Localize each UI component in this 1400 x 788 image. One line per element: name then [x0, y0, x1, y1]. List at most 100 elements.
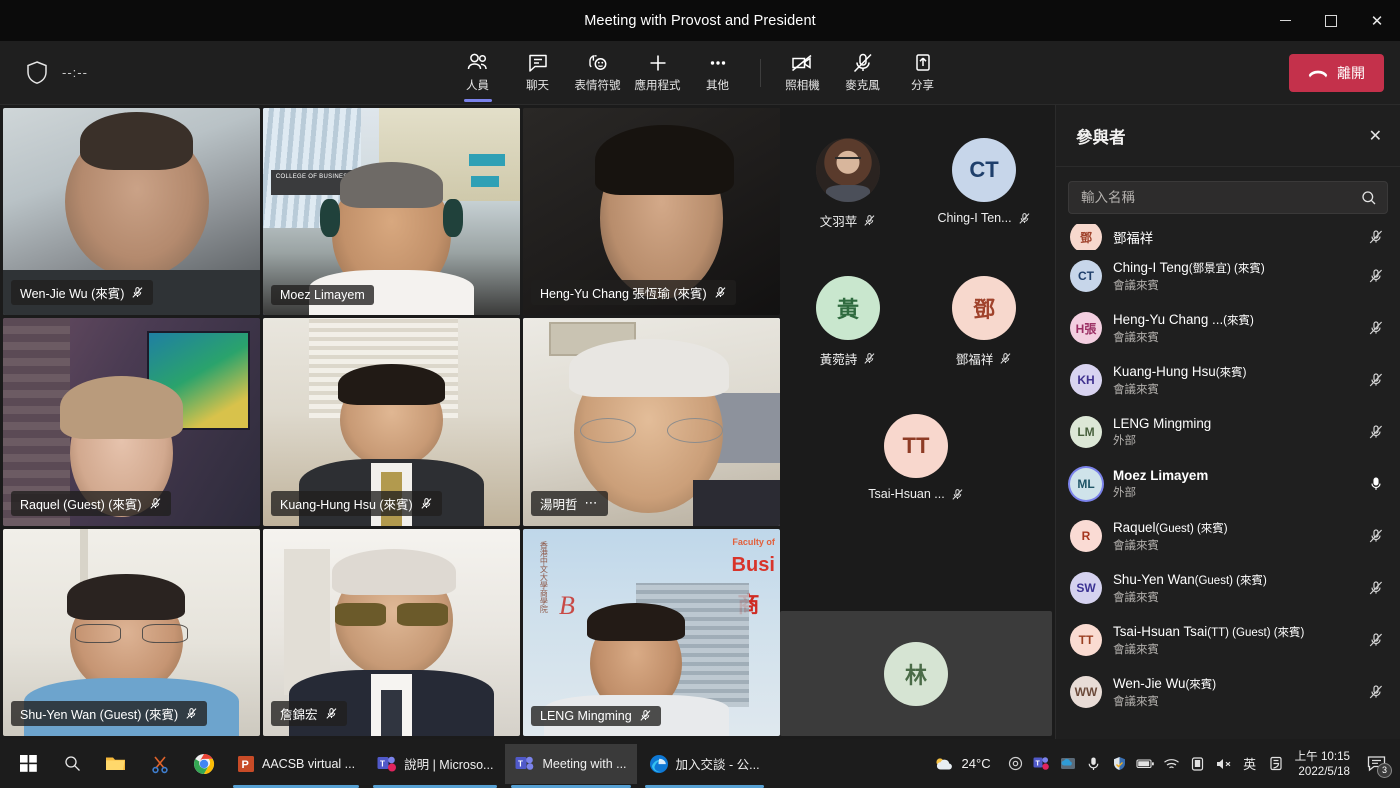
- taskbar-search-button[interactable]: [50, 744, 94, 784]
- participant-suffix: (來賓): [1215, 366, 1247, 379]
- video-tile[interactable]: Shu-Yen Wan (Guest) (來賓): [3, 528, 260, 736]
- taskbar-app-powerpoint[interactable]: P AACSB virtual ...: [227, 744, 365, 788]
- mic-off-icon: [715, 287, 726, 299]
- audio-participant[interactable]: TT Tsai-Hsuan ...: [868, 414, 963, 534]
- tile-more-icon[interactable]: ⋯: [585, 496, 600, 509]
- tile-name-bar: Wen-Jie Wu (來賓): [11, 280, 154, 306]
- participants-search-wrap: [1056, 167, 1400, 224]
- teams-icon: T: [377, 756, 397, 771]
- list-item[interactable]: WW Wen-Jie Wu(來賓) 會議來賓: [1056, 666, 1400, 718]
- tray-volume-mute-icon[interactable]: [1211, 744, 1237, 784]
- mic-off-icon[interactable]: [1368, 229, 1384, 245]
- participant-info: Shu-Yen Wan(Guest) (來賓) 會議來賓: [1113, 572, 1357, 605]
- video-tile[interactable]: Kuang-Hung Hsu (來賓): [263, 318, 520, 526]
- list-item[interactable]: KH Kuang-Hung Hsu(來賓) 會議來賓: [1056, 354, 1400, 406]
- video-tile[interactable]: Wen-Jie Wu (來賓): [3, 108, 260, 316]
- taskbar-file-explorer[interactable]: [94, 744, 138, 784]
- list-item[interactable]: LM LENG Mingming 外部: [1056, 406, 1400, 458]
- mic-off-icon[interactable]: [1368, 684, 1384, 700]
- participant-info: LENG Mingming 外部: [1113, 416, 1357, 448]
- list-item[interactable]: CT Ching-I Teng(鄧景宜) (來賓) 會議來賓: [1056, 250, 1400, 302]
- share-icon: [915, 54, 930, 71]
- video-tile[interactable]: Raquel (Guest) (來賓): [3, 318, 260, 526]
- audio-participant[interactable]: 文羽苹: [816, 138, 880, 258]
- mic-on-icon[interactable]: [1368, 476, 1384, 492]
- tray-mic-icon[interactable]: [1081, 744, 1107, 784]
- participant-display-name: Tsai-Hsuan Tsai: [1113, 623, 1208, 639]
- tray-teams-icon[interactable]: T: [1029, 744, 1055, 784]
- start-button[interactable]: [6, 744, 50, 784]
- tray-overflow-icon[interactable]: [1003, 744, 1029, 784]
- audio-participant[interactable]: CT Ching-I Ten...: [937, 138, 1030, 258]
- video-tile[interactable]: COLLEGE OF BUSINESS Moez Limayem: [263, 108, 520, 316]
- toolbar-more-button[interactable]: 其他: [688, 45, 748, 101]
- audio-participant-name: 鄧福祥: [955, 353, 994, 367]
- participants-search[interactable]: [1068, 181, 1388, 214]
- toolbar-reactions-button[interactable]: 表情符號: [568, 45, 628, 101]
- list-item[interactable]: SW Shu-Yen Wan(Guest) (來賓) 會議來賓: [1056, 562, 1400, 614]
- list-item[interactable]: H張 Heng-Yu Chang ...(來賓) 會議來賓: [1056, 302, 1400, 354]
- toolbar-people-button[interactable]: 人員: [448, 45, 508, 102]
- mic-off-icon: [640, 710, 651, 722]
- mic-off-icon[interactable]: [1368, 632, 1384, 648]
- tray-battery-icon[interactable]: [1133, 744, 1159, 784]
- participant-role: 會議來賓: [1113, 539, 1159, 552]
- video-tile[interactable]: Heng-Yu Chang 張恆瑜 (來賓): [523, 108, 780, 316]
- toolbar-camera-button[interactable]: 照相機: [773, 45, 833, 101]
- toolbar-chat-button[interactable]: 聊天: [508, 45, 568, 101]
- participants-list[interactable]: 鄧 鄧福祥 CT Ching-I Teng(鄧景宜) (來賓) 會議來賓 H張 …: [1056, 224, 1400, 739]
- minimize-button[interactable]: [1262, 0, 1308, 41]
- mic-off-icon[interactable]: [1368, 580, 1384, 596]
- mic-off-icon[interactable]: [1368, 424, 1384, 440]
- ime-label: 英: [1243, 757, 1257, 772]
- close-icon[interactable]: ✕: [1369, 126, 1382, 146]
- search-icon[interactable]: [1361, 190, 1377, 206]
- list-item[interactable]: TT Tsai-Hsuan Tsai(TT) (Guest) (來賓) 會議來賓: [1056, 614, 1400, 666]
- participant-name: Wen-Jie Wu(來賓): [1113, 676, 1357, 692]
- search-input[interactable]: [1081, 190, 1361, 205]
- participant-suffix: (來賓): [1185, 678, 1217, 691]
- mic-off-icon: [149, 497, 160, 509]
- taskbar-snipping-tool[interactable]: [138, 744, 182, 784]
- tray-onedrive-icon[interactable]: [1055, 744, 1081, 784]
- taskbar-app-teams-meeting[interactable]: T Meeting with ...: [505, 743, 637, 788]
- mic-off-icon[interactable]: [1368, 268, 1384, 284]
- participant-name: Ching-I Teng(鄧景宜) (來賓): [1113, 260, 1357, 276]
- video-tile[interactable]: 湯明哲 ⋯: [523, 318, 780, 526]
- tray-security-icon[interactable]: [1107, 744, 1133, 784]
- close-button[interactable]: ✕: [1354, 0, 1400, 41]
- audio-participant[interactable]: 鄧 鄧福祥: [952, 276, 1016, 396]
- taskbar-chrome[interactable]: [182, 744, 226, 784]
- notification-center-button[interactable]: 3: [1358, 744, 1394, 784]
- toolbar-mic-button[interactable]: 麥克風: [833, 45, 893, 101]
- list-item[interactable]: R Raquel(Guest) (來賓) 會議來賓: [1056, 510, 1400, 562]
- taskbar-clock[interactable]: 上午 10:15 2022/5/18: [1289, 749, 1358, 779]
- participant-suffix: (TT) (Guest) (來賓): [1207, 626, 1305, 639]
- taskbar-app-edge[interactable]: 加入交談 - 公...: [639, 744, 770, 788]
- toolbar-apps-button[interactable]: 應用程式: [628, 45, 688, 101]
- mic-off-icon[interactable]: [1368, 372, 1384, 388]
- list-item[interactable]: 鄧 鄧福祥: [1056, 224, 1400, 250]
- participant-role: 會議來賓: [1113, 643, 1159, 656]
- tray-display-icon[interactable]: [1185, 744, 1211, 784]
- list-item[interactable]: ML Moez Limayem 外部: [1056, 458, 1400, 510]
- taskbar-weather[interactable]: 24°C: [921, 755, 1003, 773]
- participant-info: Wen-Jie Wu(來賓) 會議來賓: [1113, 676, 1357, 709]
- tray-wifi-icon[interactable]: [1159, 744, 1185, 784]
- maximize-button[interactable]: [1308, 0, 1354, 41]
- avatar-initials: WW: [1074, 685, 1098, 699]
- mic-off-icon[interactable]: [1368, 320, 1384, 336]
- extra-participant-tile[interactable]: 林: [780, 611, 1052, 736]
- taskbar-app-teams-help[interactable]: T 說明 | Microso...: [367, 744, 503, 788]
- toolbar-camera-label: 照相機: [785, 80, 820, 92]
- leave-button[interactable]: 離開: [1289, 53, 1384, 92]
- mic-off-icon[interactable]: [1368, 528, 1384, 544]
- toolbar-share-button[interactable]: 分享: [893, 45, 953, 101]
- leave-label: 離開: [1337, 64, 1365, 81]
- video-tile[interactable]: 詹錦宏: [263, 528, 520, 736]
- audio-participant[interactable]: 黃 黃菀詩: [816, 276, 880, 396]
- video-tile[interactable]: Faculty of Busi 商 香港中文大學商學院 B LENG Mingm…: [523, 528, 780, 736]
- participant-role: 會議來賓: [1113, 383, 1159, 396]
- tray-ime-tool-icon[interactable]: [1263, 744, 1289, 784]
- tray-ime-language[interactable]: 英: [1237, 744, 1263, 784]
